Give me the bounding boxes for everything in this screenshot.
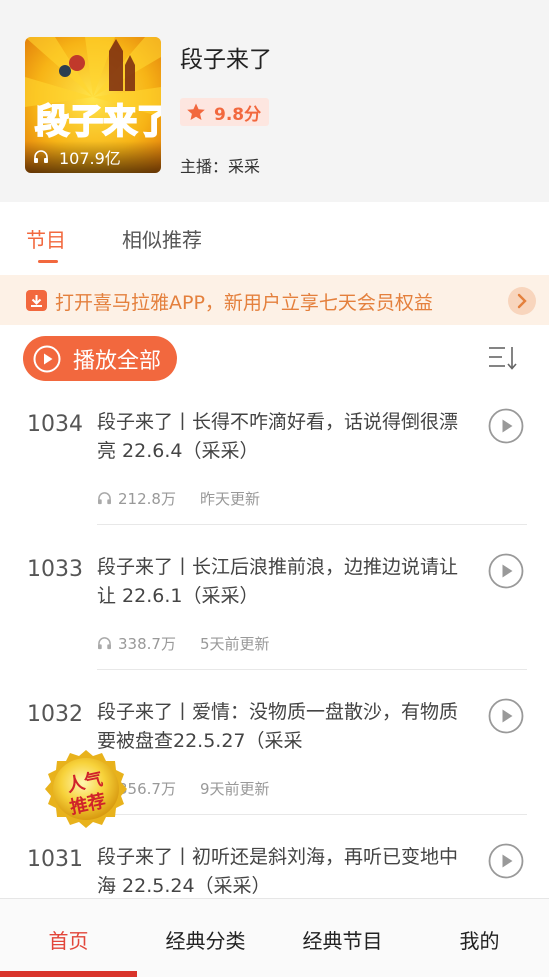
play-all-label: 播放全部	[73, 348, 162, 374]
episode-title[interactable]: 段子来了丨爱情：没物质一盘散沙，有物质要被盘查22.5.27（采采	[97, 698, 459, 756]
episode-title[interactable]: 段子来了丨初听还是斜刘海，再听已变地中海 22.5.24（采采）	[97, 843, 459, 901]
download-icon	[26, 290, 47, 311]
chevron-right-icon[interactable]	[507, 286, 537, 316]
album-header: 段子来了 107.9亿 段子来了 9.8分 主播：采采	[0, 0, 549, 202]
app-promo-banner[interactable]: 打开喜马拉雅APP，新用户立享七天会员权益	[0, 275, 549, 325]
headphones-icon	[34, 150, 48, 163]
episode-number: 1032	[27, 702, 83, 727]
content-tabs: 节目 相似推荐	[0, 202, 549, 274]
cover-play-count: 107.9亿	[25, 141, 161, 173]
rating-badge: 9.8分	[180, 98, 270, 126]
play-icon[interactable]	[488, 408, 524, 444]
play-count: 107.9亿	[59, 149, 121, 168]
play-all-button[interactable]: 播放全部	[23, 336, 177, 381]
album-cover[interactable]: 段子来了 107.9亿	[25, 37, 161, 173]
popular-recommend-badge[interactable]: 人气 推荐	[33, 748, 139, 840]
banner-text: 打开喜马拉雅APP，新用户立享七天会员权益	[55, 292, 433, 314]
episode-updated: 9天前更新	[199, 780, 270, 798]
headphones-icon	[98, 637, 111, 650]
headphones-icon	[98, 492, 111, 505]
episode-number: 1033	[27, 557, 83, 582]
episode-plays: 212.8万	[118, 490, 176, 508]
divider	[97, 524, 527, 525]
divider	[97, 814, 527, 815]
divider	[97, 669, 527, 670]
bottom-nav: 首页 经典分类 经典节目 我的	[0, 898, 549, 977]
host-name[interactable]: 主播：采采	[180, 153, 260, 177]
nav-mine[interactable]: 我的	[411, 925, 548, 954]
episode-updated: 昨天更新	[199, 490, 260, 508]
nav-categories[interactable]: 经典分类	[137, 925, 274, 954]
rating-value: 9.8分	[214, 104, 262, 125]
play-icon[interactable]	[488, 843, 524, 879]
album-title: 段子来了	[180, 47, 272, 73]
episode-item[interactable]: 1034 段子来了丨长得不咋滴好看，话说得倒很漂亮 22.6.4（采采） 212…	[0, 404, 549, 549]
nav-active-indicator	[0, 971, 137, 977]
episode-updated: 5天前更新	[199, 635, 270, 653]
cover-title-text: 段子来了	[35, 102, 161, 142]
play-icon[interactable]	[488, 698, 524, 734]
episode-title[interactable]: 段子来了丨长得不咋滴好看，话说得倒很漂亮 22.6.4（采采）	[97, 408, 459, 466]
nav-home[interactable]: 首页	[0, 925, 137, 954]
active-tab-indicator	[38, 260, 58, 263]
nav-classic-programs[interactable]: 经典节目	[274, 925, 411, 954]
sort-icon[interactable]	[488, 345, 518, 371]
play-circle-icon	[33, 345, 61, 372]
play-icon[interactable]	[488, 553, 524, 589]
episode-meta: 338.7万 5天前更新	[97, 633, 270, 654]
tab-similar[interactable]: 相似推荐	[122, 224, 202, 253]
star-icon	[187, 103, 205, 120]
episode-number: 1034	[27, 412, 83, 437]
episode-meta: 212.8万 昨天更新	[97, 488, 260, 509]
episode-plays: 338.7万	[118, 635, 176, 653]
tab-programs[interactable]: 节目	[26, 224, 66, 253]
episode-number: 1031	[27, 847, 83, 872]
episode-item[interactable]: 1033 段子来了丨长江后浪推前浪，边推边说请让让 22.6.1（采采） 338…	[0, 549, 549, 694]
episode-title[interactable]: 段子来了丨长江后浪推前浪，边推边说请让让 22.6.1（采采）	[97, 553, 459, 611]
